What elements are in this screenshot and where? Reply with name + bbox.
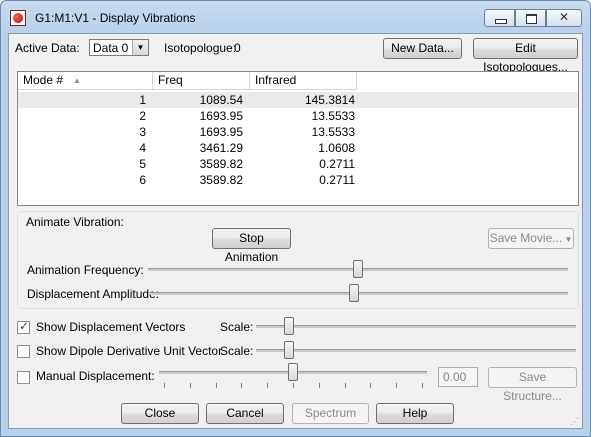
mode-cell: 5 bbox=[139, 157, 146, 171]
freq-cell: 3589.82 bbox=[199, 157, 243, 171]
table-row[interactable]: 6 3589.82 0.2711 bbox=[18, 172, 578, 188]
active-data-label: Active Data: bbox=[15, 41, 80, 55]
table-row[interactable]: 4 3461.29 1.0608 bbox=[18, 140, 578, 156]
column-header-mode-label: Mode # bbox=[23, 73, 64, 87]
slider-tick bbox=[267, 383, 268, 388]
save-movie-label: Save Movie... bbox=[489, 231, 563, 245]
stop-animation-button[interactable]: Stop Animation bbox=[212, 228, 291, 264]
table-row[interactable]: 1 1089.54 145.3814 bbox=[18, 92, 578, 108]
freq-cell: 3589.82 bbox=[199, 173, 243, 187]
slider-tick bbox=[345, 383, 346, 388]
mode-cell: 6 bbox=[139, 173, 146, 187]
show-dipole-derivative-label: Show Dipole Derivative Unit Vector bbox=[36, 344, 223, 358]
infrared-cell: 13.5533 bbox=[311, 125, 355, 139]
edit-isotopologues-button[interactable]: Edit Isotopologues... bbox=[473, 38, 578, 74]
displacement-amplitude-label: Displacement Amplitude: bbox=[27, 287, 160, 301]
display-vibrations-window: G1:M1:V1 - Display Vibrations Active Dat… bbox=[0, 0, 591, 437]
slider-track bbox=[256, 325, 576, 328]
slider-tick bbox=[396, 383, 397, 388]
vibration-modes-table: Mode # ▲ Freq Infrared 1 1089.54 145.381… bbox=[17, 71, 579, 206]
slider-thumb[interactable] bbox=[353, 260, 363, 278]
animate-vibration-label: Animate Vibration: bbox=[26, 215, 124, 229]
minimize-button[interactable] bbox=[484, 9, 515, 27]
title-bar[interactable]: G1:M1:V1 - Display Vibrations bbox=[1, 1, 590, 35]
chevron-down-icon: ▼ bbox=[132, 40, 148, 55]
manual-displacement-label: Manual Displacement: bbox=[36, 369, 155, 383]
slider-thumb[interactable] bbox=[284, 341, 294, 359]
slider-track bbox=[256, 349, 576, 352]
animation-frequency-label: Animation Frequency: bbox=[27, 263, 144, 277]
animation-frequency-slider[interactable] bbox=[148, 259, 568, 280]
app-icon bbox=[10, 10, 26, 26]
displacement-amplitude-slider[interactable] bbox=[148, 283, 568, 304]
freq-cell: 3461.29 bbox=[199, 141, 243, 155]
maximize-button[interactable] bbox=[515, 9, 546, 27]
manual-displacement-value-field[interactable]: 0.00 bbox=[438, 367, 478, 387]
help-button[interactable]: Help bbox=[376, 403, 454, 424]
slider-tick bbox=[216, 383, 217, 388]
column-header-infrared[interactable]: Infrared bbox=[250, 72, 357, 90]
slider-thumb[interactable] bbox=[284, 317, 294, 335]
manual-displacement-slider[interactable] bbox=[159, 362, 427, 383]
dipole-scale-label: Scale: bbox=[220, 344, 254, 358]
freq-cell: 1089.54 bbox=[199, 93, 243, 107]
slider-tick bbox=[293, 383, 294, 388]
checkmark-icon: ✓ bbox=[19, 319, 30, 333]
column-header-mode[interactable]: Mode # ▲ bbox=[18, 72, 153, 90]
new-data-button[interactable]: New Data... bbox=[383, 38, 462, 59]
sort-ascending-icon: ▲ bbox=[73, 76, 81, 85]
manual-displacement-checkbox[interactable]: ✓ bbox=[17, 371, 30, 384]
infrared-cell: 0.2711 bbox=[319, 173, 355, 187]
vectors-scale-label: Scale: bbox=[220, 320, 254, 334]
resize-grip-icon[interactable]: ⋰ bbox=[570, 416, 580, 426]
show-displacement-vectors-label: Show Displacement Vectors bbox=[36, 320, 186, 334]
freq-cell: 1693.95 bbox=[199, 125, 243, 139]
slider-thumb[interactable] bbox=[288, 363, 298, 381]
close-button[interactable]: Close bbox=[121, 403, 199, 424]
mode-cell: 4 bbox=[139, 141, 146, 155]
active-data-value: Data 0 bbox=[93, 41, 129, 55]
slider-thumb[interactable] bbox=[349, 284, 359, 302]
table-row[interactable]: 2 1693.95 13.5533 bbox=[18, 108, 578, 124]
slider-tick bbox=[319, 383, 320, 388]
mode-cell: 2 bbox=[139, 109, 146, 123]
active-data-select[interactable]: Data 0 ▼ bbox=[89, 39, 149, 56]
show-dipole-derivative-checkbox[interactable]: ✓ bbox=[17, 345, 30, 358]
animate-vibration-group: Animate Vibration: Stop Animation Save M… bbox=[17, 211, 579, 309]
mode-cell: 3 bbox=[139, 125, 146, 139]
save-movie-button[interactable]: Save Movie... ▼ bbox=[488, 228, 574, 249]
dipole-scale-slider[interactable] bbox=[256, 340, 576, 361]
table-row[interactable]: 3 1693.95 13.5533 bbox=[18, 124, 578, 140]
infrared-cell: 145.3814 bbox=[304, 93, 355, 107]
show-displacement-vectors-checkbox[interactable]: ✓ bbox=[17, 319, 30, 334]
column-header-freq[interactable]: Freq bbox=[153, 72, 250, 90]
cancel-button[interactable]: Cancel bbox=[206, 403, 284, 424]
save-structure-button[interactable]: Save Structure... bbox=[488, 367, 577, 403]
slider-tick bbox=[190, 383, 191, 388]
isotopologue-value: 0 bbox=[234, 41, 241, 55]
freq-cell: 1693.95 bbox=[199, 109, 243, 123]
infrared-cell: 0.2711 bbox=[319, 157, 355, 171]
chevron-down-icon: ▼ bbox=[562, 235, 573, 244]
close-window-button[interactable] bbox=[546, 9, 582, 27]
slider-tick bbox=[422, 383, 423, 388]
dialog-client-area: Active Data: Data 0 ▼ Isotopologue: 0 Ne… bbox=[8, 33, 583, 429]
infrared-cell: 13.5533 bbox=[311, 109, 355, 123]
slider-tick bbox=[164, 383, 165, 388]
mode-cell: 1 bbox=[139, 93, 146, 107]
manual-displacement-ticks bbox=[159, 383, 427, 389]
spectrum-button[interactable]: Spectrum bbox=[292, 403, 369, 424]
window-title: G1:M1:V1 - Display Vibrations bbox=[35, 11, 196, 25]
slider-tick bbox=[241, 383, 242, 388]
isotopologue-label: Isotopologue: bbox=[164, 41, 237, 55]
vectors-scale-slider[interactable] bbox=[256, 316, 576, 337]
table-row[interactable]: 5 3589.82 0.2711 bbox=[18, 156, 578, 172]
infrared-cell: 1.0608 bbox=[318, 141, 355, 155]
slider-tick bbox=[370, 383, 371, 388]
